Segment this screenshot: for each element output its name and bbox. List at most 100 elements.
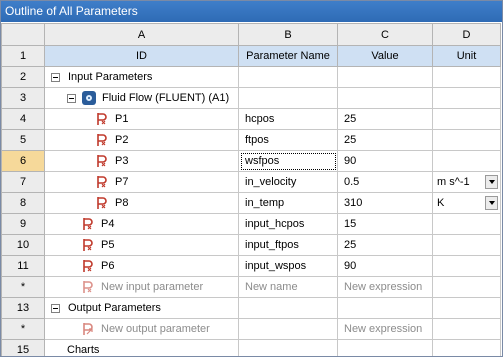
- charts-label: Charts: [67, 344, 100, 356]
- table-row[interactable]: 11 P6 input_wspos 90: [1, 255, 501, 277]
- unit-cell: [432, 276, 501, 298]
- column-header-parameter-name[interactable]: Parameter Name: [238, 45, 338, 67]
- name-cell[interactable]: wsfpos: [238, 150, 338, 172]
- name-cell[interactable]: input_wspos: [238, 255, 338, 277]
- row-number[interactable]: 10: [1, 234, 45, 256]
- column-letter-b[interactable]: B: [238, 23, 338, 46]
- row-number[interactable]: 2: [1, 66, 45, 88]
- name-cell: [238, 318, 338, 340]
- value-cell[interactable]: 15: [337, 213, 433, 235]
- collapse-toggle-icon[interactable]: [67, 93, 76, 103]
- new-input-parameter-row[interactable]: * New input parameter New name New expre…: [1, 276, 501, 298]
- column-header-id[interactable]: ID: [44, 45, 239, 67]
- new-expression-cell[interactable]: New expression: [337, 276, 433, 298]
- collapse-toggle-icon[interactable]: [51, 72, 60, 82]
- value-cell[interactable]: 90: [337, 255, 433, 277]
- table-row[interactable]: 10 P5 input_ftpos 25: [1, 234, 501, 256]
- column-header-value[interactable]: Value: [337, 45, 433, 67]
- row-number[interactable]: *: [1, 276, 45, 298]
- name-cell[interactable]: in_temp: [238, 192, 338, 214]
- row-number[interactable]: 6: [1, 150, 45, 172]
- value-cell[interactable]: 310: [337, 192, 433, 214]
- parameter-id: P8: [115, 197, 129, 209]
- dropdown-arrow-icon[interactable]: [485, 196, 498, 210]
- table-row[interactable]: 8 P8 in_temp 310 K: [1, 192, 501, 214]
- parameter-id: P3: [115, 155, 129, 167]
- name-cell[interactable]: ftpos: [238, 129, 338, 151]
- row-number[interactable]: 11: [1, 255, 45, 277]
- unit-cell: [432, 297, 501, 319]
- row-number[interactable]: 4: [1, 108, 45, 130]
- column-letter-c[interactable]: C: [337, 23, 433, 46]
- parameter-id: P6: [101, 260, 115, 272]
- table-row[interactable]: 3 Fluid Flow (FLUENT) (A1): [1, 87, 501, 109]
- collapse-toggle-icon[interactable]: [51, 303, 60, 313]
- name-cell[interactable]: in_velocity: [238, 171, 338, 193]
- corner-cell[interactable]: [1, 23, 45, 46]
- value-cell[interactable]: 0.5: [337, 171, 433, 193]
- row-number[interactable]: 5: [1, 129, 45, 151]
- new-name-cell[interactable]: New name: [238, 276, 338, 298]
- group-label-output-parameters: Output Parameters: [68, 302, 161, 314]
- table-row[interactable]: 15 Charts: [1, 339, 501, 356]
- input-parameter-icon: [97, 155, 107, 167]
- unit-cell: [432, 318, 501, 340]
- column-header-unit[interactable]: Unit: [432, 45, 501, 67]
- new-output-parameter-icon: [83, 323, 93, 335]
- input-parameter-icon: [83, 239, 93, 251]
- unit-cell: [432, 339, 501, 356]
- parameter-id: P1: [115, 113, 129, 125]
- row-number[interactable]: 8: [1, 192, 45, 214]
- column-letter-a[interactable]: A: [44, 23, 239, 46]
- unit-cell: [432, 129, 501, 151]
- row-number[interactable]: 13: [1, 297, 45, 319]
- value-cell[interactable]: 25: [337, 129, 433, 151]
- name-cell[interactable]: input_ftpos: [238, 234, 338, 256]
- fluent-system-icon: [82, 91, 96, 105]
- name-cell: [238, 87, 338, 109]
- parameters-outline-window: Outline of All Parameters A B C D 1 ID P…: [0, 0, 503, 357]
- unit-cell: [432, 213, 501, 235]
- unit-dropdown[interactable]: K: [434, 194, 500, 213]
- value-cell[interactable]: 90: [337, 150, 433, 172]
- parameter-id: P2: [115, 134, 129, 146]
- table-row[interactable]: 13 Output Parameters: [1, 297, 501, 319]
- row-number[interactable]: *: [1, 318, 45, 340]
- row-number[interactable]: 7: [1, 171, 45, 193]
- table-row[interactable]: 6 P3 wsfpos 90: [1, 150, 501, 172]
- window-title: Outline of All Parameters: [1, 1, 502, 22]
- row-number[interactable]: 15: [1, 339, 45, 356]
- new-output-parameter-label: New output parameter: [101, 323, 210, 335]
- new-output-parameter-row[interactable]: * New output parameter New expression: [1, 318, 501, 340]
- input-parameter-icon: [83, 260, 93, 272]
- input-parameter-icon: [83, 218, 93, 230]
- input-parameter-icon: [97, 197, 107, 209]
- input-parameter-icon: [97, 134, 107, 146]
- new-input-parameter-icon: [83, 281, 93, 293]
- value-cell: [337, 66, 433, 88]
- unit-dropdown[interactable]: m s^-1: [434, 173, 500, 192]
- table-row[interactable]: 7 P7 in_velocity 0.5 m s^-1: [1, 171, 501, 193]
- row-number[interactable]: 1: [1, 45, 45, 67]
- table-row[interactable]: 9 P4 input_hcpos 15: [1, 213, 501, 235]
- row-number[interactable]: 9: [1, 213, 45, 235]
- new-expression-cell[interactable]: New expression: [337, 318, 433, 340]
- parameters-grid: A B C D 1 ID Parameter Name Value Unit 2…: [1, 23, 501, 356]
- table-row[interactable]: 4 P1 hcpos 25: [1, 108, 501, 130]
- column-letter-d[interactable]: D: [432, 23, 501, 46]
- value-cell[interactable]: 25: [337, 234, 433, 256]
- name-cell[interactable]: hcpos: [238, 108, 338, 130]
- table-row[interactable]: 2 Input Parameters: [1, 66, 501, 88]
- value-cell[interactable]: 25: [337, 108, 433, 130]
- name-cell: [238, 339, 338, 356]
- dropdown-arrow-icon[interactable]: [485, 175, 498, 189]
- name-cell: [238, 66, 338, 88]
- unit-cell: [432, 255, 501, 277]
- row-number[interactable]: 3: [1, 87, 45, 109]
- parameter-id: P4: [101, 218, 115, 230]
- input-parameter-icon: [97, 176, 107, 188]
- new-input-parameter-label: New input parameter: [101, 281, 204, 293]
- name-cell[interactable]: input_hcpos: [238, 213, 338, 235]
- input-parameter-icon: [97, 113, 107, 125]
- table-row[interactable]: 5 P2 ftpos 25: [1, 129, 501, 151]
